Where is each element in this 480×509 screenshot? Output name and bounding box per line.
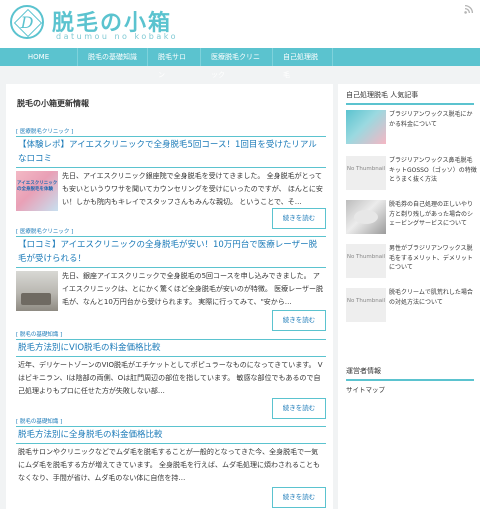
article-title[interactable]: 脱毛方法別にVIO脱毛の料金価格比較: [16, 339, 326, 357]
article-thumbnail[interactable]: アイエスクリニックの全身脱毛を体験: [16, 171, 58, 211]
read-more-button[interactable]: 続きを読む: [272, 310, 326, 331]
popular-item[interactable]: No Thumbnail 男性がブラジリアンワックス脱毛をするメリット、デメリッ…: [346, 244, 476, 280]
article-category[interactable]: [ 医療脱毛クリニック ]: [16, 228, 326, 236]
popular-title[interactable]: 脱毛クリームで肌荒れした場合の対処方法について: [389, 288, 477, 307]
article-card: [ 医療脱毛クリニック ] 【ロコミ】アイエスクリニックの全身脱毛が安い！10万…: [16, 228, 326, 316]
popular-title[interactable]: 脱毛券の自己処理の正しいやり方と剃り残しがあった場合のシェービングサービスについ…: [389, 200, 477, 229]
popular-thumbnail[interactable]: No Thumbnail: [346, 288, 386, 322]
logo-letter: D: [20, 13, 34, 32]
article-excerpt: 近年、デリケートゾーンのVIO脱毛がエチケットとしてポピュラーなものになってきて…: [18, 361, 323, 395]
popular-title[interactable]: 男性がブラジリアンワックス脱毛をするメリット、デメリットについて: [389, 244, 477, 273]
article-title[interactable]: 【体験レポ】アイエスクリニックで全身脱毛5回コース！1回目を受けたリアルなロコミ: [16, 136, 326, 168]
site-header: D 脱毛の小箱 datumou no kobako: [0, 0, 480, 48]
popular-title[interactable]: ブラジリアンワックス脱毛にかかる料金について: [389, 110, 477, 129]
nav-home[interactable]: HOME: [0, 48, 78, 66]
nav-salon[interactable]: 脱毛サロン: [148, 48, 201, 79]
article-title[interactable]: 【ロコミ】アイエスクリニックの全身脱毛が安い！10万円台で医療レーザー脱毛が受け…: [16, 236, 326, 268]
nav-self-care[interactable]: 自己処理脱毛: [273, 48, 333, 79]
popular-title[interactable]: ブラジリアンワックス鼻毛脱毛キットGOSSO（ゴッソ）の特徴とうまく抜く方法: [389, 156, 477, 185]
article-title[interactable]: 脱毛方法別に全身脱毛の料金価格比較: [16, 426, 326, 444]
article-category[interactable]: [ 脱毛の基礎知識 ]: [16, 418, 326, 426]
read-more-button[interactable]: 続きを読む: [272, 487, 326, 508]
main-content: 脱毛の小箱更新情報 [ 医療脱毛クリニック ] 【体験レポ】アイエスクリニックで…: [6, 84, 333, 509]
article-excerpt: 脱毛サロンやクリニックなどでムダ毛を脱毛することが一般的となってきた今、全身脱毛…: [18, 448, 320, 482]
sitemap-link[interactable]: サイトマップ: [346, 384, 385, 394]
article-card: [ 脱毛の基礎知識 ] 脱毛方法別にVIO脱毛の料金価格比較 近年、デリケートゾ…: [16, 331, 326, 405]
popular-item[interactable]: No Thumbnail 脱毛クリームで肌荒れした場合の対処方法について: [346, 288, 476, 324]
nav-clinic[interactable]: 医療脱毛クリニック: [201, 48, 273, 79]
nav-basics[interactable]: 脱毛の基礎知識: [78, 48, 148, 66]
rss-icon[interactable]: [464, 4, 474, 14]
popular-thumbnail[interactable]: [346, 110, 386, 144]
article-category[interactable]: [ 脱毛の基礎知識 ]: [16, 331, 326, 339]
popular-item[interactable]: ブラジリアンワックス脱毛にかかる料金について: [346, 110, 476, 146]
article-excerpt: 先日、アイエスクリニック銀座院で全身脱毛を受けてきました。 全身脱毛がとっても安…: [62, 172, 323, 206]
popular-heading: 自己処理脱毛 人気記事: [346, 90, 474, 105]
sidebar: 自己処理脱毛 人気記事 ブラジリアンワックス脱毛にかかる料金について No Th…: [338, 84, 480, 509]
read-more-button[interactable]: 続きを読む: [272, 208, 326, 229]
popular-thumbnail[interactable]: [346, 200, 386, 234]
thumbnail-caption: アイエスクリニックの全身脱毛を体験: [17, 181, 58, 192]
article-card: [ 脱毛の基礎知識 ] 脱毛方法別に全身脱毛の料金価格比較 脱毛サロンやクリニッ…: [16, 418, 326, 492]
operator-heading: 運営者情報: [346, 366, 474, 381]
global-nav: HOME 脱毛の基礎知識 脱毛サロン 医療脱毛クリニック 自己処理脱毛: [0, 48, 480, 79]
read-more-button[interactable]: 続きを読む: [272, 398, 326, 419]
article-body: 脱毛サロンやクリニックなどでムダ毛を脱毛することが一般的となってきた今、全身脱毛…: [16, 446, 326, 492]
popular-item[interactable]: No Thumbnail ブラジリアンワックス鼻毛脱毛キットGOSSO（ゴッソ）…: [346, 156, 477, 192]
site-subtitle: datumou no kobako: [56, 32, 178, 41]
article-category[interactable]: [ 医療脱毛クリニック ]: [16, 128, 326, 136]
article-excerpt: 先日、銀座アイエスクリニックで全身脱毛の5回コースを申し込みできました。 アイエ…: [62, 272, 324, 306]
article-card: [ 医療脱毛クリニック ] 【体験レポ】アイエスクリニックで全身脱毛5回コース！…: [16, 128, 326, 216]
article-thumbnail[interactable]: [16, 271, 58, 311]
site-logo-icon[interactable]: D: [10, 5, 44, 39]
popular-thumbnail[interactable]: No Thumbnail: [346, 156, 386, 190]
page-title: 脱毛の小箱更新情報: [17, 99, 89, 108]
popular-thumbnail[interactable]: No Thumbnail: [346, 244, 386, 278]
popular-item[interactable]: 脱毛券の自己処理の正しいやり方と剃り残しがあった場合のシェービングサービスについ…: [346, 200, 476, 236]
